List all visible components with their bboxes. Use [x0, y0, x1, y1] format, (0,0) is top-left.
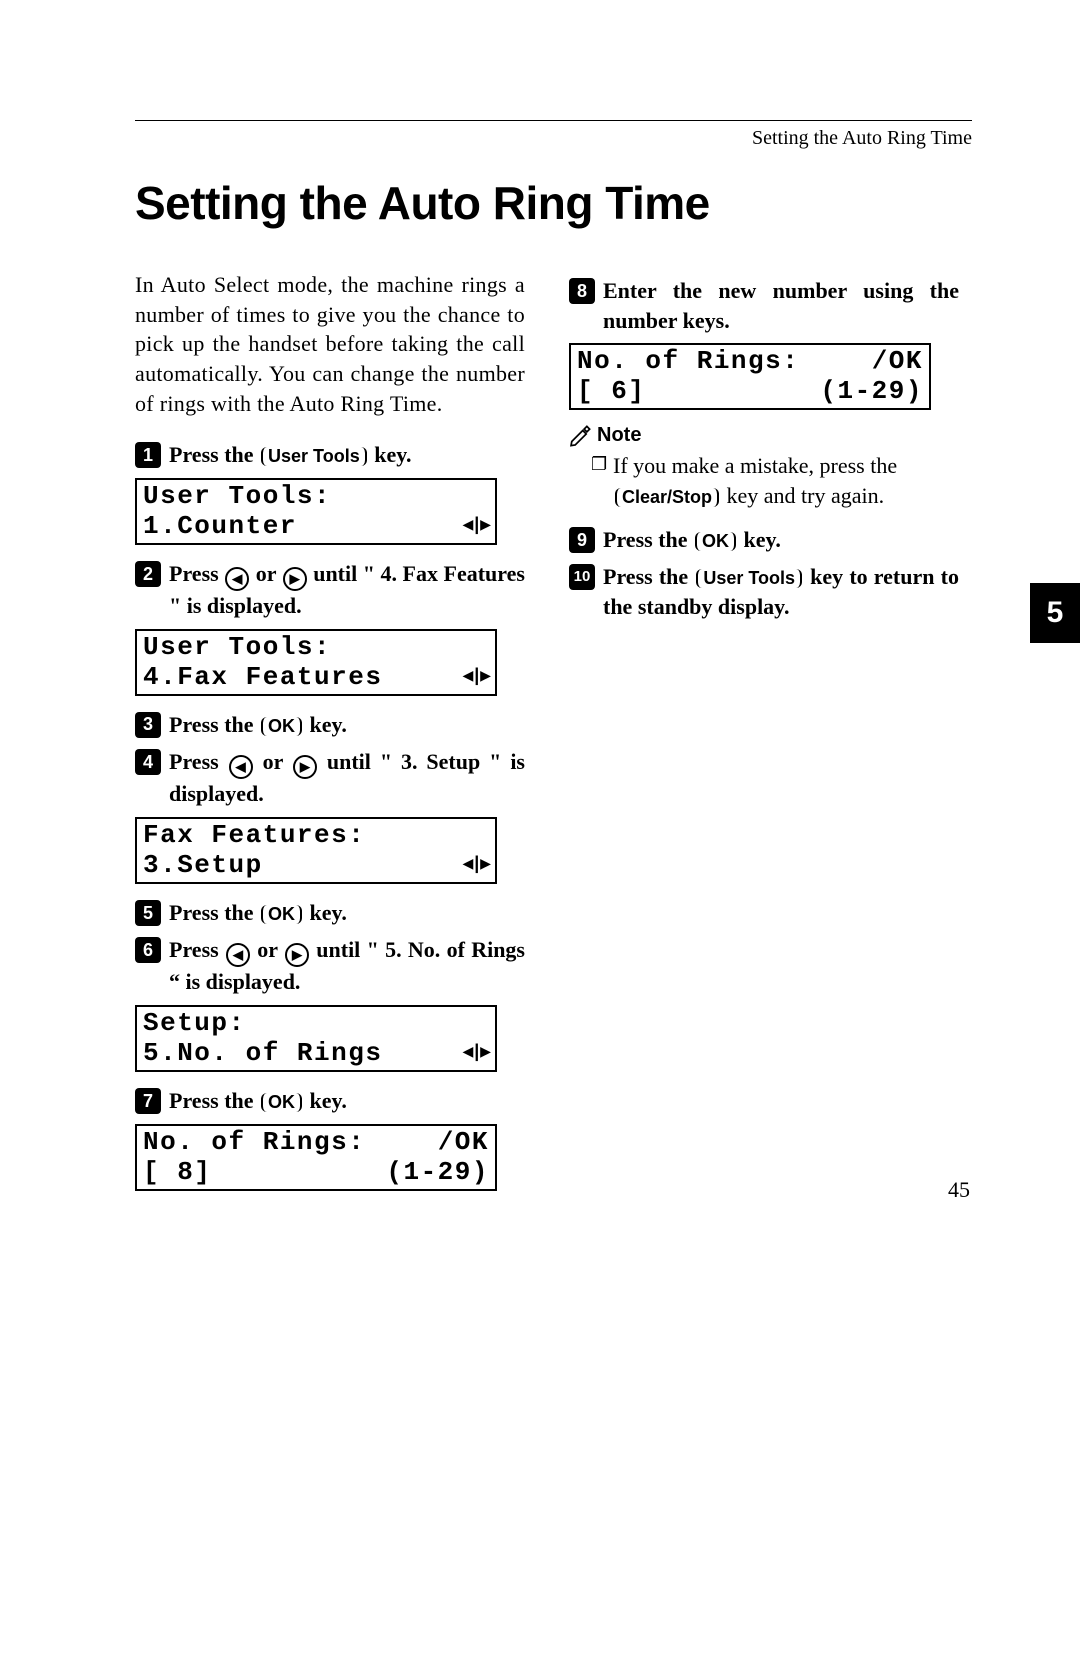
- step-number-icon: 5: [135, 900, 161, 926]
- arrow-right-icon: [283, 567, 307, 591]
- step-number-icon: 9: [569, 527, 595, 553]
- lcd-nav-icon: ◀|▶: [463, 511, 489, 541]
- step-6: 6 Press or until " 5. No. of Rings “ is …: [135, 935, 525, 996]
- note-heading: Note: [569, 424, 959, 447]
- step-3: 3 Press the OK key.: [135, 710, 525, 740]
- right-column: 8 Enter the new number using the number …: [569, 270, 959, 1205]
- step-text: key.: [304, 1088, 347, 1113]
- lcd-display-6: No. of Rings: /OK [ 6] (1-29): [569, 343, 931, 410]
- lcd-line: No. of Rings:: [143, 1127, 365, 1157]
- pencil-icon: [569, 425, 591, 447]
- arrow-left-icon: [226, 943, 250, 967]
- step-4: 4 Press or until " 3. Setup " is display…: [135, 747, 525, 808]
- step-text: Press the: [169, 712, 259, 737]
- lcd-line: 3.Setup: [143, 850, 263, 880]
- note-list: If you make a mistake, press the Clear/S…: [569, 451, 959, 510]
- arrow-left-icon: [225, 567, 249, 591]
- lcd-line: No. of Rings:: [577, 346, 799, 376]
- step-10: 10 Press the User Tools key to return to…: [569, 562, 959, 621]
- lcd-line: (1-29): [386, 1157, 489, 1187]
- intro-paragraph: In Auto Select mode, the machine rings a…: [135, 270, 525, 418]
- lcd-line: [ 6]: [577, 376, 645, 406]
- note-item: If you make a mistake, press the Clear/S…: [591, 451, 959, 510]
- step-9: 9 Press the OK key.: [569, 525, 959, 555]
- step-text: key.: [304, 712, 347, 737]
- step-number-icon: 4: [135, 749, 161, 775]
- running-header: Setting the Auto Ring Time: [135, 127, 972, 150]
- step-text: Press: [169, 937, 225, 962]
- step-text: key.: [369, 442, 412, 467]
- step-1: 1 Press the User Tools key.: [135, 440, 525, 470]
- arrow-right-icon: [293, 755, 317, 779]
- lcd-nav-icon: ◀|▶: [463, 662, 489, 692]
- step-8: 8 Enter the new number using the number …: [569, 276, 959, 335]
- lcd-display-4: Setup: 5.No. of Rings ◀|▶: [135, 1005, 497, 1072]
- step-5: 5 Press the OK key.: [135, 898, 525, 928]
- lcd-line: Fax Features:: [143, 820, 365, 850]
- step-text: Enter the new number using the number ke…: [603, 278, 959, 333]
- note-text: If you make a mistake, press the: [613, 453, 897, 478]
- step-text: Press: [169, 561, 224, 586]
- user-tools-key: User Tools: [696, 569, 802, 588]
- header-divider: [135, 120, 972, 121]
- lcd-line: User Tools:: [143, 481, 331, 511]
- running-title: Setting the Auto Ring Time: [752, 127, 972, 150]
- step-number-icon: 7: [135, 1088, 161, 1114]
- lcd-display-5: No. of Rings: /OK [ 8] (1-29): [135, 1124, 497, 1191]
- step-text: Press: [169, 749, 228, 774]
- lcd-line: 5.No. of Rings: [143, 1038, 382, 1068]
- chapter-tab: 5: [1030, 583, 1080, 643]
- manual-page: Setting the Auto Ring Time Setting the A…: [0, 0, 1080, 1265]
- lcd-nav-icon: ◀|▶: [463, 1038, 489, 1068]
- lcd-line: 1.Counter: [143, 511, 297, 541]
- lcd-line: 4.Fax Features: [143, 662, 382, 692]
- step-number-icon: 2: [135, 561, 161, 587]
- step-2: 2 Press or until " 4. Fax Features " is …: [135, 559, 525, 620]
- step-text: or: [250, 561, 281, 586]
- ok-key: OK: [261, 717, 302, 736]
- lcd-line: Setup:: [143, 1008, 246, 1038]
- step-text: Press the: [169, 1088, 259, 1113]
- note-label: Note: [597, 424, 641, 447]
- page-number: 45: [948, 1177, 970, 1203]
- lcd-line: User Tools:: [143, 632, 331, 662]
- step-number-icon: 6: [135, 937, 161, 963]
- step-number-icon: 10: [569, 564, 595, 590]
- user-tools-key: User Tools: [261, 447, 367, 466]
- step-text: key.: [738, 527, 781, 552]
- ok-key: OK: [261, 1093, 302, 1112]
- ok-key: OK: [261, 905, 302, 924]
- lcd-line: /OK: [438, 1127, 489, 1157]
- lcd-display-3: Fax Features: 3.Setup ◀|▶: [135, 817, 497, 884]
- step-number-icon: 8: [569, 278, 595, 304]
- step-text: Press the: [603, 564, 694, 589]
- step-text: Press the: [169, 442, 259, 467]
- step-text: or: [254, 749, 292, 774]
- step-text: key.: [304, 900, 347, 925]
- step-text: Press the: [169, 900, 259, 925]
- note-text: key and try again.: [721, 483, 884, 508]
- lcd-display-1: User Tools: 1.Counter ◀|▶: [135, 478, 497, 545]
- clear-stop-key: Clear/Stop: [615, 488, 719, 507]
- left-column: In Auto Select mode, the machine rings a…: [135, 270, 525, 1205]
- lcd-nav-icon: ◀|▶: [463, 850, 489, 880]
- lcd-display-2: User Tools: 4.Fax Features ◀|▶: [135, 629, 497, 696]
- lcd-line: (1-29): [820, 376, 923, 406]
- arrow-right-icon: [285, 943, 309, 967]
- ok-key: OK: [695, 532, 736, 551]
- arrow-left-icon: [229, 755, 253, 779]
- step-text: Press the: [603, 527, 693, 552]
- step-text: or: [251, 937, 284, 962]
- step-number-icon: 1: [135, 442, 161, 468]
- step-7: 7 Press the OK key.: [135, 1086, 525, 1116]
- step-number-icon: 3: [135, 712, 161, 738]
- lcd-line: /OK: [872, 346, 923, 376]
- lcd-line: [ 8]: [143, 1157, 211, 1187]
- page-title: Setting the Auto Ring Time: [135, 176, 972, 230]
